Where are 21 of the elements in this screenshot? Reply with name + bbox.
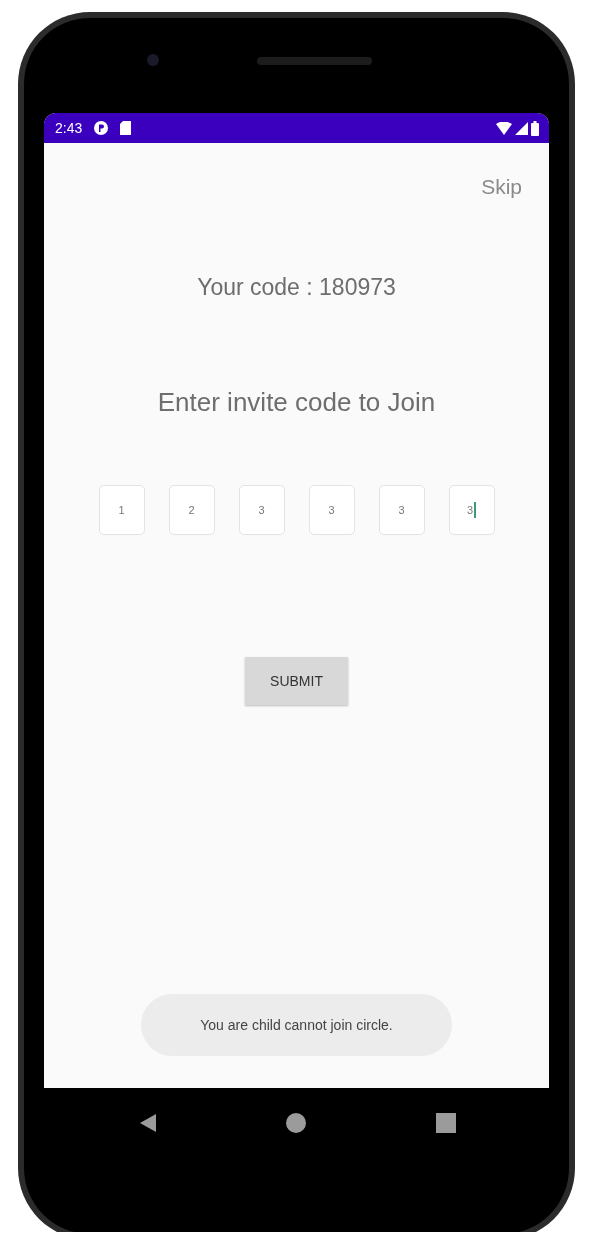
home-icon[interactable] bbox=[286, 1112, 306, 1133]
camera-icon bbox=[147, 54, 159, 66]
circle-icon bbox=[94, 121, 109, 135]
signal-icon bbox=[515, 121, 528, 135]
submit-button[interactable]: SUBMIT bbox=[245, 657, 348, 705]
invite-prompt: Enter invite code to Join bbox=[157, 387, 436, 418]
recents-icon[interactable] bbox=[436, 1112, 456, 1133]
code-digit-field[interactable]: 3 bbox=[448, 485, 495, 535]
skip-link[interactable]: Skip bbox=[481, 175, 522, 199]
code-digit-field[interactable]: 3 bbox=[378, 485, 425, 535]
code-digit-field[interactable]: 3 bbox=[308, 485, 355, 535]
back-icon[interactable] bbox=[140, 1113, 156, 1132]
sd-card-icon bbox=[120, 121, 132, 135]
status-time: 2:43 bbox=[55, 120, 83, 136]
code-digit-field[interactable]: 2 bbox=[168, 485, 215, 535]
code-digit-field[interactable]: 3 bbox=[238, 485, 285, 535]
code-digit-field[interactable]: 1 bbox=[98, 485, 145, 535]
toast-message: You are child cannot join circle. bbox=[141, 994, 452, 1056]
battery-icon bbox=[531, 120, 539, 136]
your-code-text: Your code : 180973 bbox=[197, 274, 396, 301]
wifi-icon bbox=[496, 121, 512, 135]
